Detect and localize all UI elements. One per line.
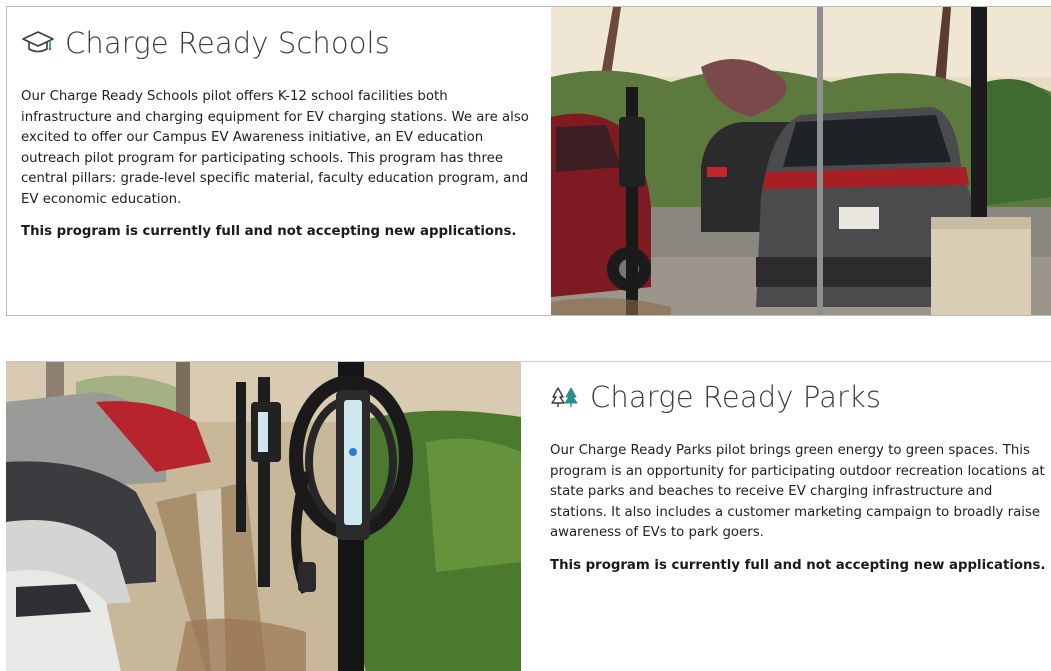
- parks-text-block: Charge Ready Parks Our Charge Ready Park…: [550, 377, 1050, 573]
- schools-photo: [551, 7, 1051, 315]
- parks-status-note: This program is currently full and not a…: [550, 557, 1046, 573]
- schools-heading: Charge Ready Schools: [21, 23, 541, 63]
- schools-title: Charge Ready Schools: [65, 26, 390, 60]
- parks-heading: Charge Ready Parks: [550, 377, 1050, 417]
- schools-description: Our Charge Ready Schools pilot offers K-…: [21, 89, 529, 207]
- graduation-cap-icon: [21, 30, 55, 56]
- schools-text-block: Charge Ready Schools Our Charge Ready Sc…: [21, 23, 541, 239]
- charge-ready-parks-card: Charge Ready Parks Our Charge Ready Park…: [6, 361, 1051, 671]
- charge-ready-schools-card: Charge Ready Schools Our Charge Ready Sc…: [6, 6, 1051, 316]
- schools-status-note: This program is currently full and not a…: [21, 224, 517, 239]
- parks-description: Our Charge Ready Parks pilot brings gree…: [550, 443, 1045, 540]
- trees-icon: [550, 386, 580, 408]
- parks-photo: [6, 362, 521, 671]
- parks-title: Charge Ready Parks: [590, 380, 882, 414]
